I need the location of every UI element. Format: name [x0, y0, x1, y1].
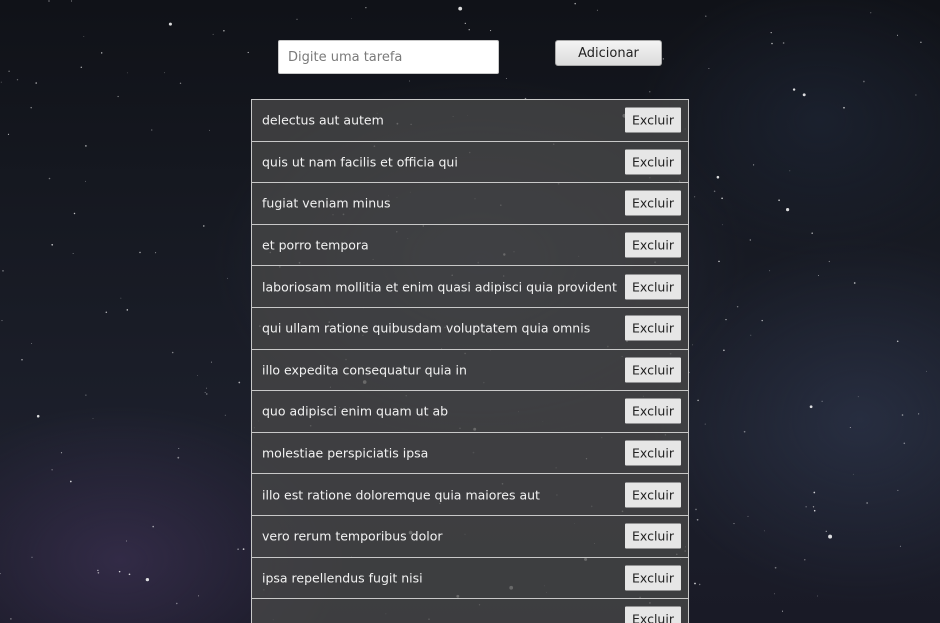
task-item: ipsa repellendus fugit nisi Excluir — [251, 556, 689, 600]
delete-button[interactable]: Excluir — [625, 565, 681, 591]
task-item: laboriosam mollitia et enim quasi adipis… — [251, 265, 689, 308]
delete-button[interactable]: Excluir — [625, 190, 681, 216]
task-item: illo expedita consequatur quia in Excluir — [251, 348, 689, 392]
task-text: fugiat veniam minus — [262, 195, 391, 211]
task-item: fugiat veniam minus Excluir — [251, 182, 689, 225]
task-form: Adicionar — [0, 0, 940, 90]
task-item: illo est ratione doloremque quia maiores… — [251, 473, 689, 516]
task-text: illo est ratione doloremque quia maiores… — [262, 487, 540, 503]
task-text: qui ullam ratione quibusdam voluptatem q… — [262, 320, 591, 336]
task-item: quo adipisci enim quam ut ab Excluir — [251, 390, 689, 433]
delete-button[interactable]: Excluir — [625, 398, 681, 424]
task-item: et porro tempora Excluir — [251, 223, 689, 267]
task-text: et porro tempora — [262, 237, 369, 253]
task-item: vero rerum temporibus dolor Excluir — [251, 514, 689, 558]
delete-button[interactable]: Excluir — [625, 606, 681, 623]
task-text: vero rerum temporibus dolor — [262, 528, 443, 544]
delete-button[interactable]: Excluir — [625, 357, 681, 383]
delete-button[interactable]: Excluir — [625, 149, 681, 175]
task-input[interactable] — [278, 40, 499, 74]
delete-button[interactable]: Excluir — [625, 440, 681, 466]
add-button[interactable]: Adicionar — [555, 40, 662, 66]
task-text: quo adipisci enim quam ut ab — [262, 403, 449, 419]
task-item: delectus aut autem Excluir — [251, 99, 689, 142]
task-text: ipsa repellendus fugit nisi — [262, 570, 423, 586]
task-item: molestiae perspiciatis ipsa Excluir — [251, 431, 689, 475]
task-item: Excluir — [251, 598, 689, 623]
task-text: molestiae perspiciatis ipsa — [262, 445, 429, 461]
task-text: illo expedita consequatur quia in — [262, 362, 467, 378]
task-text: delectus aut autem — [262, 112, 384, 128]
task-item: quis ut nam facilis et officia qui Exclui… — [251, 140, 689, 184]
delete-button[interactable]: Excluir — [625, 107, 681, 133]
delete-button[interactable]: Excluir — [625, 482, 681, 508]
delete-button[interactable]: Excluir — [625, 523, 681, 549]
task-text: laboriosam mollitia et enim quasi adipis… — [262, 279, 622, 295]
task-text: quis ut nam facilis et officia qui — [262, 154, 458, 170]
delete-button[interactable]: Excluir — [625, 274, 681, 300]
task-item: qui ullam ratione quibusdam voluptatem q… — [251, 306, 689, 350]
delete-button[interactable]: Excluir — [625, 315, 681, 341]
task-list: delectus aut autem Excluir quis ut nam fac… — [251, 99, 689, 623]
delete-button[interactable]: Excluir — [625, 232, 681, 258]
